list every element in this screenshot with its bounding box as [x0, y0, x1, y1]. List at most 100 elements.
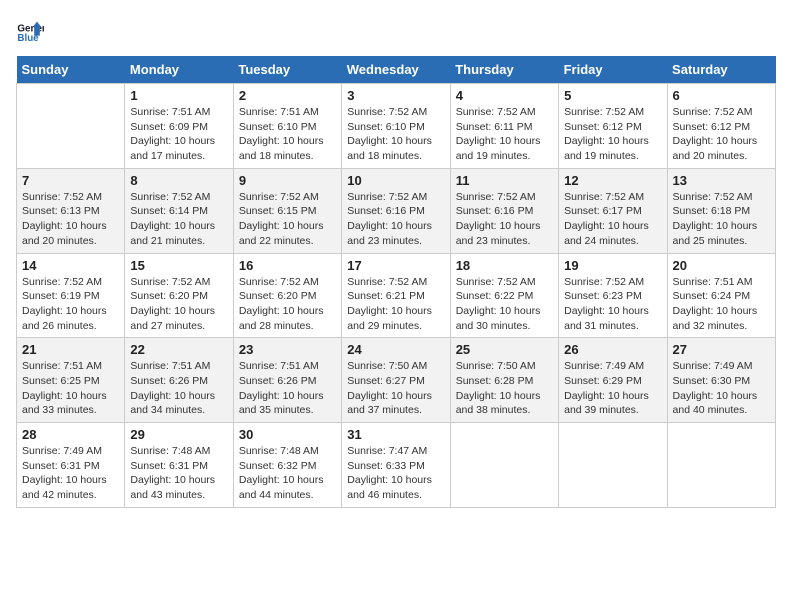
day-number: 10	[347, 173, 444, 188]
calendar-cell: 7 Sunrise: 7:52 AMSunset: 6:13 PMDaylight…	[17, 168, 125, 253]
day-info: Sunrise: 7:50 AMSunset: 6:27 PMDaylight:…	[347, 359, 444, 418]
day-info: Sunrise: 7:51 AMSunset: 6:24 PMDaylight:…	[673, 275, 770, 334]
calendar-week-2: 7 Sunrise: 7:52 AMSunset: 6:13 PMDaylight…	[17, 168, 776, 253]
calendar-cell: 31 Sunrise: 7:47 AMSunset: 6:33 PMDayligh…	[342, 423, 450, 508]
calendar-cell: 2 Sunrise: 7:51 AMSunset: 6:10 PMDaylight…	[233, 84, 341, 169]
day-info: Sunrise: 7:51 AMSunset: 6:26 PMDaylight:…	[239, 359, 336, 418]
calendar-cell: 17 Sunrise: 7:52 AMSunset: 6:21 PMDayligh…	[342, 253, 450, 338]
day-number: 8	[130, 173, 227, 188]
day-info: Sunrise: 7:52 AMSunset: 6:22 PMDaylight:…	[456, 275, 553, 334]
day-info: Sunrise: 7:52 AMSunset: 6:10 PMDaylight:…	[347, 105, 444, 164]
calendar-table: SundayMondayTuesdayWednesdayThursdayFrid…	[16, 56, 776, 508]
calendar-cell: 25 Sunrise: 7:50 AMSunset: 6:28 PMDayligh…	[450, 338, 558, 423]
calendar-cell: 26 Sunrise: 7:49 AMSunset: 6:29 PMDayligh…	[559, 338, 667, 423]
day-number: 31	[347, 427, 444, 442]
day-number: 29	[130, 427, 227, 442]
header-row: SundayMondayTuesdayWednesdayThursdayFrid…	[17, 56, 776, 84]
day-info: Sunrise: 7:50 AMSunset: 6:28 PMDaylight:…	[456, 359, 553, 418]
calendar-cell: 16 Sunrise: 7:52 AMSunset: 6:20 PMDayligh…	[233, 253, 341, 338]
logo-icon: General Blue	[16, 16, 44, 44]
column-header-friday: Friday	[559, 56, 667, 84]
day-info: Sunrise: 7:48 AMSunset: 6:31 PMDaylight:…	[130, 444, 227, 503]
calendar-week-3: 14Sunrise: 7:52 AMSunset: 6:19 PMDayligh…	[17, 253, 776, 338]
day-info: Sunrise: 7:52 AMSunset: 6:16 PMDaylight:…	[456, 190, 553, 249]
day-number: 4	[456, 88, 553, 103]
calendar-cell: 13 Sunrise: 7:52 AMSunset: 6:18 PMDayligh…	[667, 168, 775, 253]
calendar-cell: 9 Sunrise: 7:52 AMSunset: 6:15 PMDaylight…	[233, 168, 341, 253]
day-number: 6	[673, 88, 770, 103]
calendar-cell: 4 Sunrise: 7:52 AMSunset: 6:11 PMDaylight…	[450, 84, 558, 169]
calendar-cell: 1 Sunrise: 7:51 AMSunset: 6:09 PMDaylight…	[125, 84, 233, 169]
day-info: Sunrise: 7:52 AMSunset: 6:12 PMDaylight:…	[673, 105, 770, 164]
calendar-cell	[667, 423, 775, 508]
day-info: Sunrise: 7:52 AMSunset: 6:20 PMDaylight:…	[130, 275, 227, 334]
day-info: Sunrise: 7:48 AMSunset: 6:32 PMDaylight:…	[239, 444, 336, 503]
calendar-cell	[17, 84, 125, 169]
day-number: 26	[564, 342, 661, 357]
day-number: 23	[239, 342, 336, 357]
calendar-cell: 23 Sunrise: 7:51 AMSunset: 6:26 PMDayligh…	[233, 338, 341, 423]
day-number: 18	[456, 258, 553, 273]
column-header-sunday: Sunday	[17, 56, 125, 84]
day-info: Sunrise: 7:51 AMSunset: 6:09 PMDaylight:…	[130, 105, 227, 164]
calendar-header: SundayMondayTuesdayWednesdayThursdayFrid…	[17, 56, 776, 84]
day-info: Sunrise: 7:52 AMSunset: 6:21 PMDaylight:…	[347, 275, 444, 334]
calendar-cell: 10 Sunrise: 7:52 AMSunset: 6:16 PMDayligh…	[342, 168, 450, 253]
day-number: 3	[347, 88, 444, 103]
day-info: Sunrise: 7:52 AMSunset: 6:23 PMDaylight:…	[564, 275, 661, 334]
day-number: 16	[239, 258, 336, 273]
calendar-cell	[450, 423, 558, 508]
day-number: 27	[673, 342, 770, 357]
logo: General Blue	[16, 16, 48, 44]
column-header-saturday: Saturday	[667, 56, 775, 84]
day-number: 17	[347, 258, 444, 273]
calendar-cell: 3 Sunrise: 7:52 AMSunset: 6:10 PMDaylight…	[342, 84, 450, 169]
day-number: 15	[130, 258, 227, 273]
column-header-monday: Monday	[125, 56, 233, 84]
calendar-cell: 5Sunrise: 7:52 AMSunset: 6:12 PMDaylight…	[559, 84, 667, 169]
calendar-cell: 14Sunrise: 7:52 AMSunset: 6:19 PMDayligh…	[17, 253, 125, 338]
day-number: 9	[239, 173, 336, 188]
calendar-cell: 15 Sunrise: 7:52 AMSunset: 6:20 PMDayligh…	[125, 253, 233, 338]
column-header-wednesday: Wednesday	[342, 56, 450, 84]
calendar-cell: 20Sunrise: 7:51 AMSunset: 6:24 PMDayligh…	[667, 253, 775, 338]
day-number: 12	[564, 173, 661, 188]
day-number: 1	[130, 88, 227, 103]
day-info: Sunrise: 7:52 AMSunset: 6:13 PMDaylight:…	[22, 190, 119, 249]
calendar-cell: 24Sunrise: 7:50 AMSunset: 6:27 PMDayligh…	[342, 338, 450, 423]
day-info: Sunrise: 7:51 AMSunset: 6:10 PMDaylight:…	[239, 105, 336, 164]
day-info: Sunrise: 7:49 AMSunset: 6:29 PMDaylight:…	[564, 359, 661, 418]
day-number: 7	[22, 173, 119, 188]
calendar-cell	[559, 423, 667, 508]
calendar-cell: 27Sunrise: 7:49 AMSunset: 6:30 PMDayligh…	[667, 338, 775, 423]
calendar-cell: 12Sunrise: 7:52 AMSunset: 6:17 PMDayligh…	[559, 168, 667, 253]
day-info: Sunrise: 7:49 AMSunset: 6:31 PMDaylight:…	[22, 444, 119, 503]
calendar-cell: 29 Sunrise: 7:48 AMSunset: 6:31 PMDayligh…	[125, 423, 233, 508]
day-info: Sunrise: 7:52 AMSunset: 6:15 PMDaylight:…	[239, 190, 336, 249]
calendar-week-4: 21Sunrise: 7:51 AMSunset: 6:25 PMDayligh…	[17, 338, 776, 423]
calendar-cell: 18 Sunrise: 7:52 AMSunset: 6:22 PMDayligh…	[450, 253, 558, 338]
column-header-tuesday: Tuesday	[233, 56, 341, 84]
day-info: Sunrise: 7:52 AMSunset: 6:20 PMDaylight:…	[239, 275, 336, 334]
day-info: Sunrise: 7:52 AMSunset: 6:16 PMDaylight:…	[347, 190, 444, 249]
day-info: Sunrise: 7:51 AMSunset: 6:26 PMDaylight:…	[130, 359, 227, 418]
day-number: 2	[239, 88, 336, 103]
day-number: 19	[564, 258, 661, 273]
day-info: Sunrise: 7:52 AMSunset: 6:12 PMDaylight:…	[564, 105, 661, 164]
day-number: 25	[456, 342, 553, 357]
calendar-cell: 28Sunrise: 7:49 AMSunset: 6:31 PMDayligh…	[17, 423, 125, 508]
calendar-cell: 30Sunrise: 7:48 AMSunset: 6:32 PMDayligh…	[233, 423, 341, 508]
calendar-cell: 21Sunrise: 7:51 AMSunset: 6:25 PMDayligh…	[17, 338, 125, 423]
day-info: Sunrise: 7:47 AMSunset: 6:33 PMDaylight:…	[347, 444, 444, 503]
day-info: Sunrise: 7:52 AMSunset: 6:11 PMDaylight:…	[456, 105, 553, 164]
day-number: 13	[673, 173, 770, 188]
day-number: 11	[456, 173, 553, 188]
day-info: Sunrise: 7:52 AMSunset: 6:18 PMDaylight:…	[673, 190, 770, 249]
day-number: 22	[130, 342, 227, 357]
day-number: 14	[22, 258, 119, 273]
page-header: General Blue	[16, 16, 776, 44]
calendar-cell: 11 Sunrise: 7:52 AMSunset: 6:16 PMDayligh…	[450, 168, 558, 253]
calendar-week-1: 1 Sunrise: 7:51 AMSunset: 6:09 PMDaylight…	[17, 84, 776, 169]
calendar-cell: 8Sunrise: 7:52 AMSunset: 6:14 PMDaylight…	[125, 168, 233, 253]
calendar-cell: 22 Sunrise: 7:51 AMSunset: 6:26 PMDayligh…	[125, 338, 233, 423]
